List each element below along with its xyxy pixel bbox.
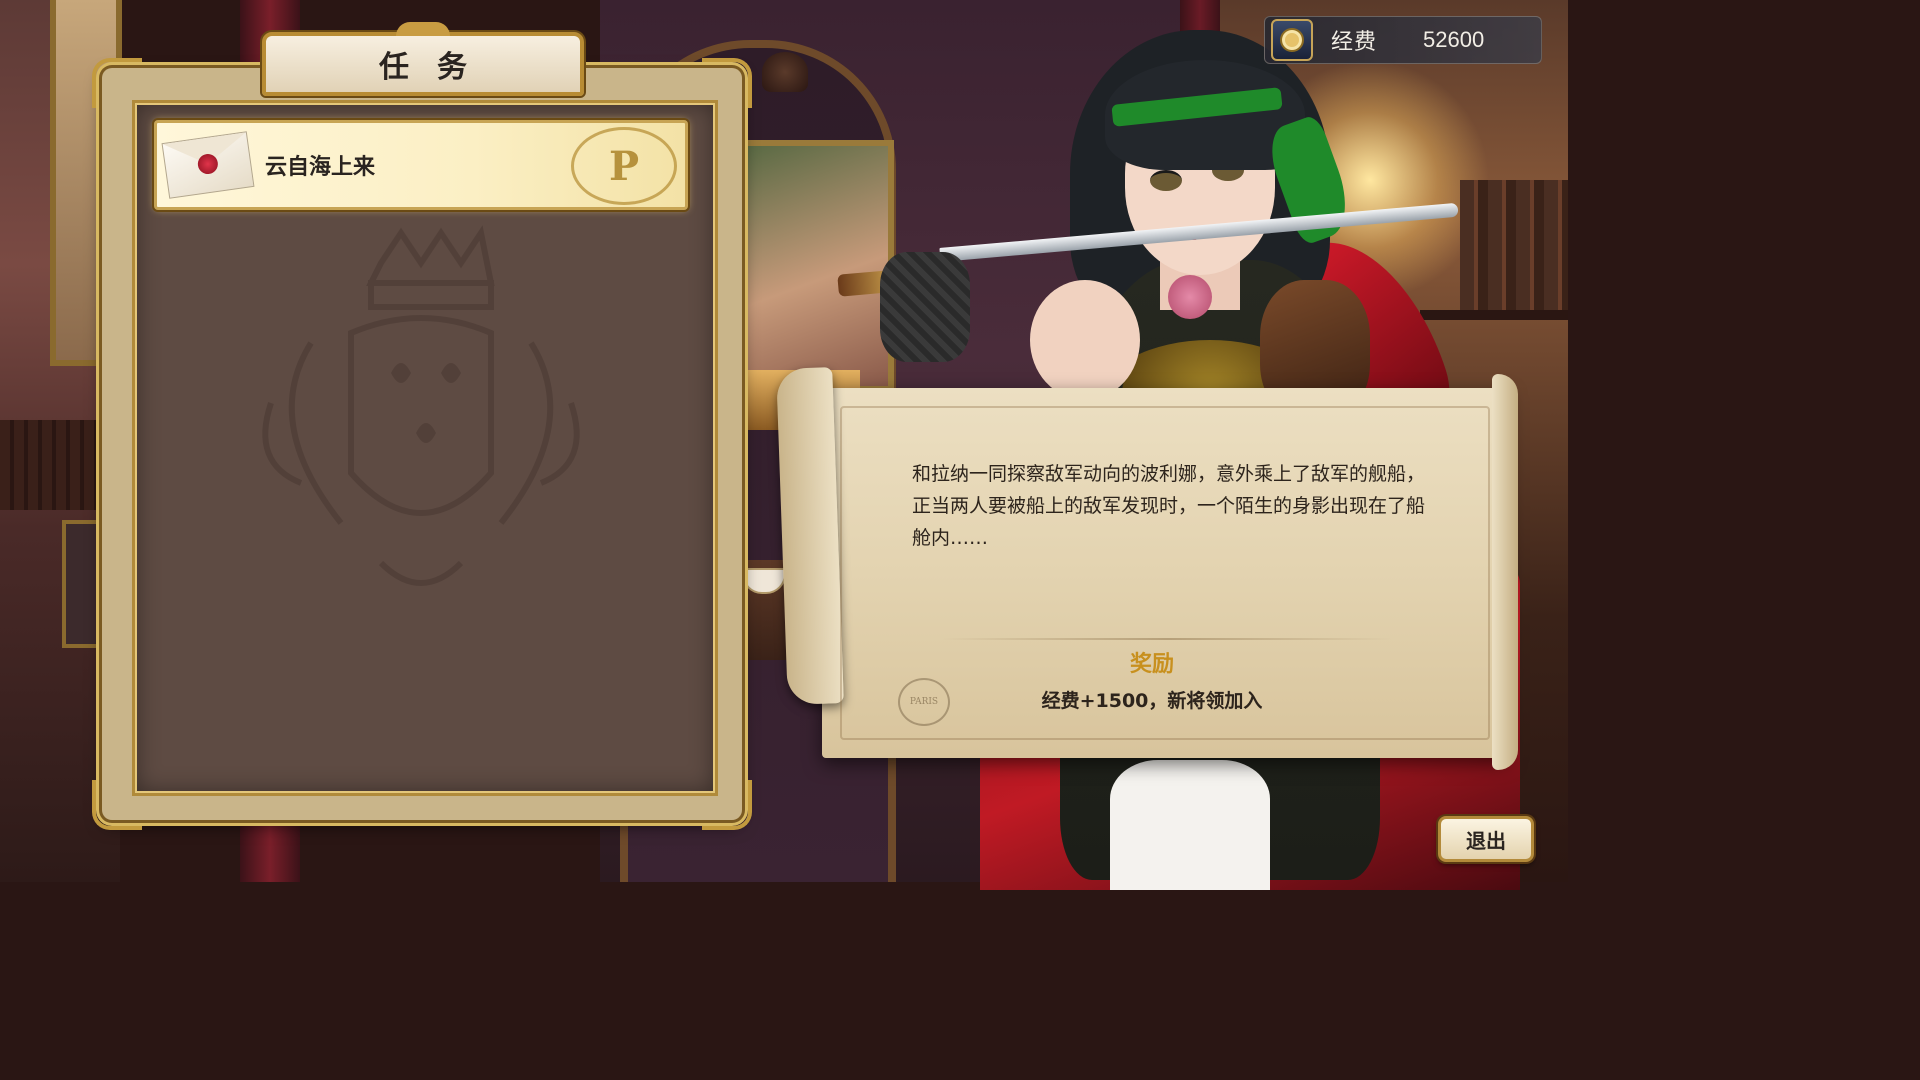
currency-display: 经费 52600 — [1264, 16, 1542, 64]
page-title: 任务 — [379, 50, 495, 85]
quest-item-name: 云自海上来 — [265, 155, 376, 180]
stamp-letter: P — [608, 142, 640, 190]
coin-icon — [1271, 19, 1313, 61]
frame-corner-ornament — [702, 780, 752, 830]
royal-crest-watermark-icon — [262, 225, 580, 586]
scroll-curl — [1492, 374, 1518, 770]
shelf — [1420, 310, 1568, 320]
quest-description: 和拉纳一同探察敌军动向的波利娜，意外乘上了敌军的舰船，正当两人要被船上的敌军发现… — [912, 463, 1426, 549]
currency-value: 52600 — [1423, 27, 1485, 52]
seal-text: PARIS — [909, 697, 939, 707]
reward-label: 奖励 — [1129, 652, 1174, 677]
divider — [942, 638, 1392, 640]
paris-seal-icon: PARIS — [898, 678, 950, 726]
quest-detail-scroll: 和拉纳一同探察敌军动向的波利娜，意外乘上了敌军的舰船，正当两人要被船上的敌军发现… — [776, 367, 1518, 770]
frame-corner-ornament — [92, 58, 142, 108]
frame-corner-ornament — [92, 780, 142, 830]
candelabra-glow — [1250, 60, 1490, 300]
sealed-envelope-icon — [161, 131, 255, 199]
wall-emblem — [762, 52, 808, 92]
frame-corner-ornament — [702, 58, 752, 108]
exit-button[interactable]: 退出 — [1438, 816, 1534, 862]
quest-panel-title: 任务 — [262, 22, 584, 96]
quest-list-item[interactable]: 云自海上来 P — [154, 120, 688, 210]
currency-label: 经费 — [1331, 30, 1378, 55]
wall-painting — [742, 140, 894, 392]
bookshelf — [1460, 180, 1568, 310]
p-crest-stamp-icon: P — [571, 127, 677, 205]
